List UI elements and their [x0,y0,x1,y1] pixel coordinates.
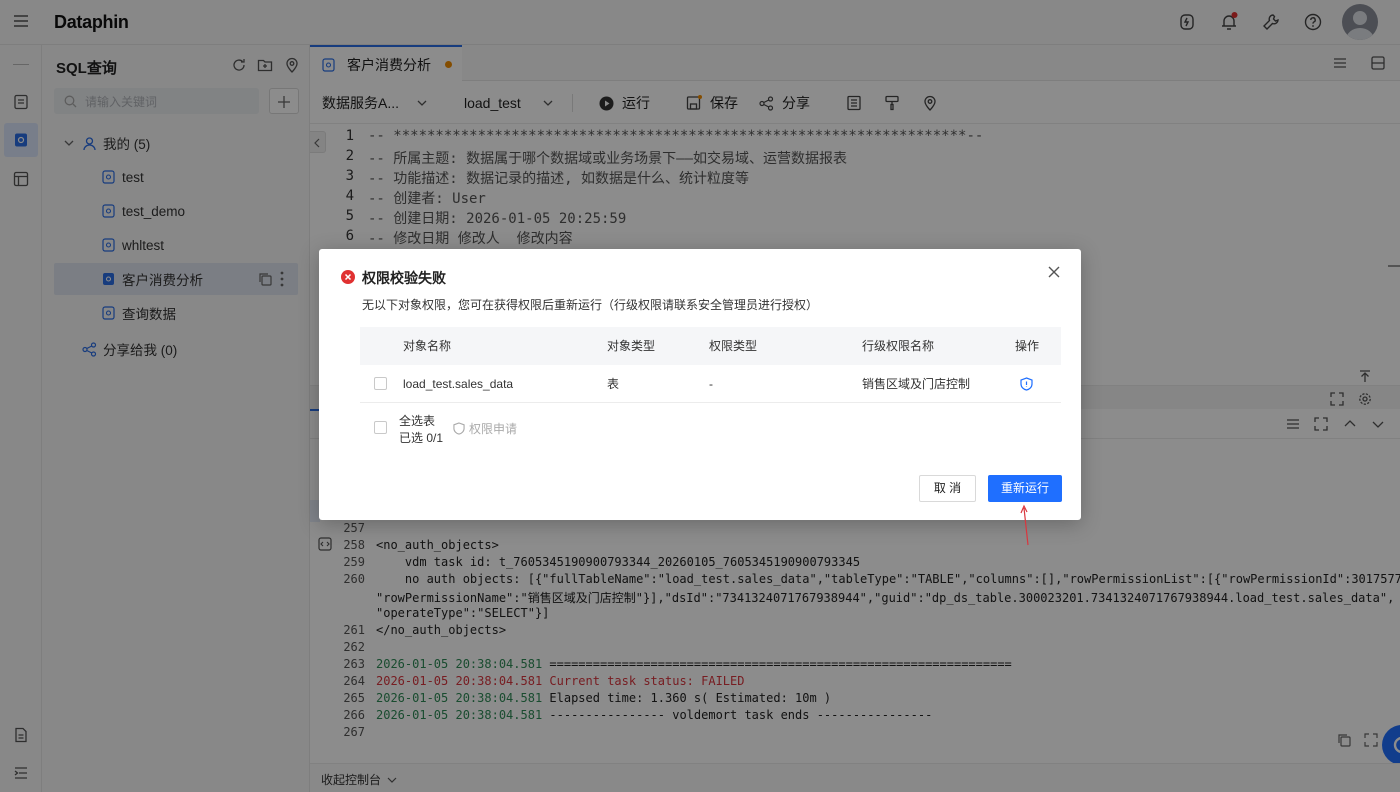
column-header: 对象类型 [607,339,656,353]
error-icon [341,270,355,284]
selected-count: 已选 0/1 [399,431,444,445]
object-type: 表 [607,377,620,391]
apply-permission-label: 权限申请 [469,422,518,436]
shield-icon [453,422,465,435]
row-checkbox[interactable] [374,377,387,390]
select-all-checkbox[interactable] [374,421,387,434]
apply-permission-button[interactable]: 权限申请 [453,420,517,437]
annotation-arrow [1020,504,1029,546]
dialog-description: 无以下对象权限，您可在获得权限后重新运行（行级权限请联系安全管理员进行授权） [362,298,819,312]
dialog-title: 权限校验失败 [362,270,446,286]
object-name: load_test.sales_data [403,377,514,391]
row-permission-name: 销售区域及门店控制 [862,377,971,391]
column-header: 行级权限名称 [862,339,935,353]
permission-type: - [709,377,713,391]
column-header: 对象名称 [403,339,452,353]
column-header: 操作 [1015,339,1040,353]
permission-check-dialog: 权限校验失败 无以下对象权限，您可在获得权限后重新运行（行级权限请联系安全管理员… [319,249,1081,520]
permission-table: 对象名称 对象类型 权限类型 行级权限名称 操作 load_test.sales… [360,327,1061,403]
column-header: 权限类型 [709,339,758,353]
cancel-button[interactable]: 取 消 [919,475,976,502]
select-all-label: 全选表 [399,414,436,428]
rerun-button[interactable]: 重新运行 [988,475,1062,502]
close-icon[interactable] [1048,266,1060,278]
apply-permission-icon[interactable] [1020,377,1033,391]
